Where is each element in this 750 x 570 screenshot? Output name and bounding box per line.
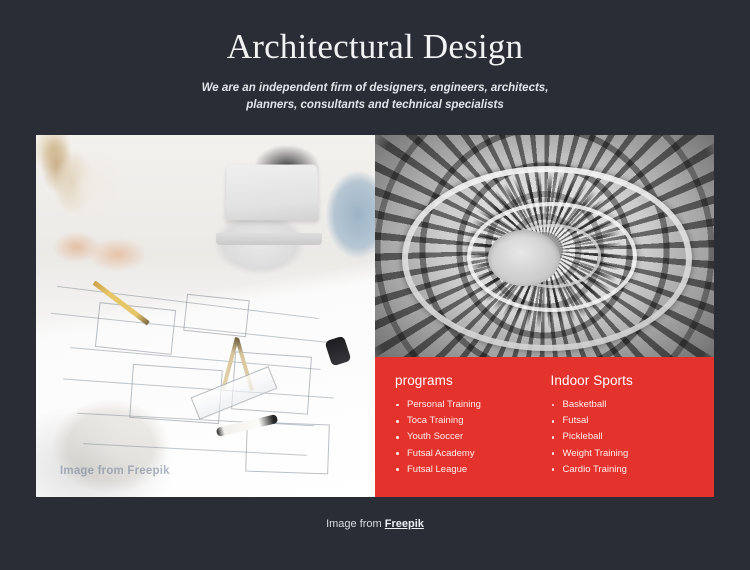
footer-prefix: Image from xyxy=(326,518,385,530)
list-item[interactable]: Futsal League xyxy=(395,462,539,478)
laptop-base-shape xyxy=(215,232,322,245)
list-item[interactable]: Futsal Academy xyxy=(395,446,539,462)
office-photo: Image from Freepik xyxy=(36,135,375,497)
list-item[interactable]: Youth Soccer xyxy=(395,429,539,445)
photo-watermark: Image from Freepik xyxy=(60,465,170,477)
content-area: Image from Freepik programs Personal Tra… xyxy=(36,135,714,497)
list-item[interactable]: Personal Training xyxy=(395,397,539,413)
list-item[interactable]: Futsal xyxy=(551,413,695,429)
footer-attribution: Image from Freepik xyxy=(0,518,750,530)
page-subtitle: We are an independent firm of designers,… xyxy=(201,82,549,111)
programs-panel: programs Personal Training Toca Training… xyxy=(375,357,714,497)
staircase-photo xyxy=(375,135,714,357)
programs-column-1: programs Personal Training Toca Training… xyxy=(395,373,539,497)
office-photo-image xyxy=(36,135,375,497)
list-item[interactable]: Weight Training xyxy=(551,446,695,462)
page-title: Architectural Design xyxy=(226,27,524,66)
programs-list: Personal Training Toca Training Youth So… xyxy=(395,397,539,478)
programs-heading: programs xyxy=(395,373,453,388)
list-item[interactable]: Pickleball xyxy=(551,429,695,445)
laptop-screen-shape xyxy=(225,164,319,221)
list-item[interactable]: Toca Training xyxy=(395,413,539,429)
list-item[interactable]: Basketball xyxy=(551,397,695,413)
programs-column-2: Indoor Sports Basketball Futsal Pickleba… xyxy=(539,373,695,497)
freepik-link[interactable]: Freepik xyxy=(385,518,424,530)
indoor-sports-list: Basketball Futsal Pickleball Weight Trai… xyxy=(551,397,695,478)
indoor-sports-heading: Indoor Sports xyxy=(550,373,633,388)
page-root: Architectural Design We are an independe… xyxy=(0,0,750,570)
header: Architectural Design We are an independe… xyxy=(0,0,750,114)
list-item[interactable]: Cardio Training xyxy=(551,462,695,478)
staircase-vignette xyxy=(375,135,714,357)
right-column: programs Personal Training Toca Training… xyxy=(375,135,714,497)
